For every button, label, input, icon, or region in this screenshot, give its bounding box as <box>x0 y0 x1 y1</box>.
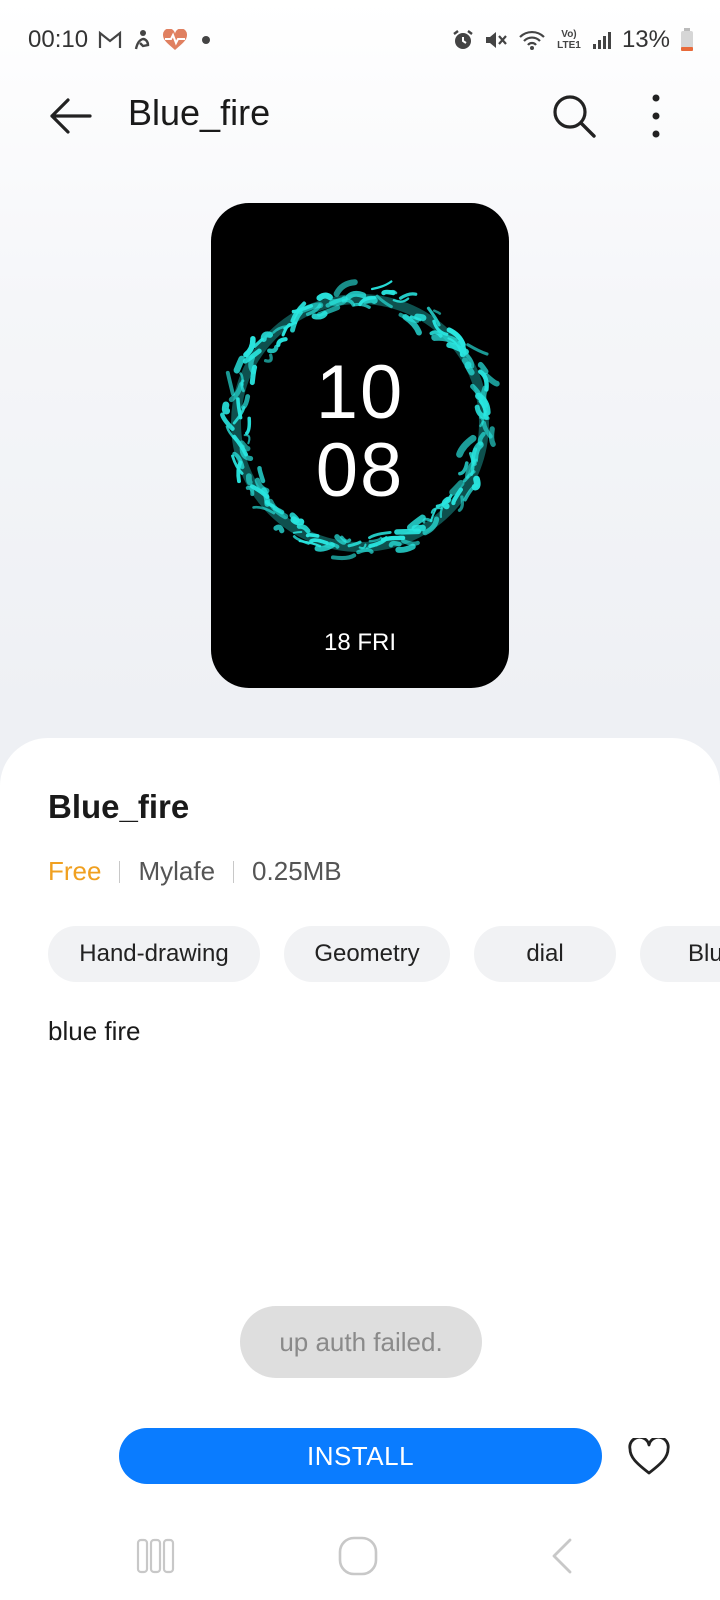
more-vert-icon <box>652 94 660 138</box>
tags-scroll[interactable]: Hand-drawing Geometry dial Blu <box>0 926 720 982</box>
home-icon <box>338 1536 378 1576</box>
flame-stroke <box>276 337 288 347</box>
flame-stroke <box>394 528 422 535</box>
battery-icon <box>680 28 694 52</box>
install-button[interactable]: INSTALL <box>119 1428 602 1484</box>
navigation-bar <box>0 1520 720 1600</box>
page-title: Blue_fire <box>128 92 271 133</box>
tag-chip[interactable]: Hand-drawing <box>48 926 260 982</box>
app-bar: Blue_fire <box>0 80 720 152</box>
activity-icon <box>132 29 152 51</box>
search-button[interactable] <box>548 90 600 142</box>
flame-stroke <box>267 344 279 354</box>
heart-outline-icon <box>628 1438 670 1475</box>
flame-stroke <box>305 533 320 538</box>
status-time: 00:10 <box>28 26 89 53</box>
description: blue fire <box>48 1016 141 1046</box>
flame-stroke <box>362 295 378 304</box>
network-label: Vo) LTE1 <box>557 29 581 51</box>
meta-divider <box>119 860 121 883</box>
meta-divider <box>233 860 235 883</box>
flame-stroke <box>401 538 420 546</box>
gmail-icon <box>98 30 122 50</box>
battery-percent: 13% <box>621 26 670 53</box>
flame-stroke <box>414 313 427 322</box>
heart-rate-icon <box>162 29 188 51</box>
favorite-button[interactable] <box>624 1432 674 1482</box>
status-bar: 00:10 Vo) LTE1 13% <box>0 0 720 80</box>
wifi-icon <box>518 29 546 51</box>
price-label: Free <box>48 856 102 886</box>
back-arrow-icon <box>50 98 92 134</box>
flame-stroke <box>353 302 371 309</box>
dot-icon <box>198 32 214 48</box>
flame-stroke <box>457 340 467 358</box>
detail-title: Blue_fire <box>48 788 190 825</box>
flame-stroke <box>289 512 300 524</box>
home-button[interactable] <box>336 1534 380 1578</box>
status-left: 00:10 <box>28 26 214 54</box>
nav-back-button[interactable] <box>540 1534 584 1578</box>
author-label[interactable]: Mylafe <box>138 856 215 887</box>
meta-row: Free Mylafe 0.25MB <box>48 856 342 887</box>
watch-face-preview: 10 08 18 FRI <box>211 203 509 688</box>
recents-button[interactable] <box>134 1534 178 1578</box>
flame-stroke <box>292 531 303 534</box>
watch-date: 18 FRI <box>323 629 397 656</box>
flame-stroke <box>370 280 393 291</box>
toast-message: up auth failed. <box>240 1306 482 1378</box>
tags-row: Hand-drawing Geometry dial Blu <box>48 926 720 982</box>
flame-stroke <box>316 292 333 301</box>
flame-stroke <box>273 524 285 534</box>
back-icon <box>552 1538 572 1574</box>
volte-icon: Vo) LTE1 <box>556 29 582 51</box>
flame-stroke <box>356 547 374 555</box>
status-right: Vo) LTE1 13% <box>452 26 694 54</box>
flame-stroke <box>243 336 256 358</box>
flame-stroke <box>395 543 416 553</box>
mute-icon <box>484 29 508 51</box>
watch-hour: 10 <box>315 350 405 435</box>
flame-stroke <box>330 553 357 561</box>
tag-chip[interactable]: Geometry <box>284 926 450 982</box>
signal-icon <box>592 30 612 50</box>
search-icon <box>553 95 596 138</box>
flame-stroke <box>433 309 442 315</box>
back-button[interactable] <box>44 90 96 142</box>
watch-minute: 08 <box>315 428 405 513</box>
alarm-icon <box>452 29 474 51</box>
flame-stroke <box>466 343 489 356</box>
recents-icon <box>136 1538 175 1574</box>
flame-stroke <box>388 540 402 548</box>
tag-chip[interactable]: Blu <box>640 926 720 982</box>
size-label: 0.25MB <box>252 856 342 886</box>
flame-stroke <box>345 290 367 300</box>
tag-chip[interactable]: dial <box>474 926 616 982</box>
more-options-button[interactable] <box>636 90 676 142</box>
